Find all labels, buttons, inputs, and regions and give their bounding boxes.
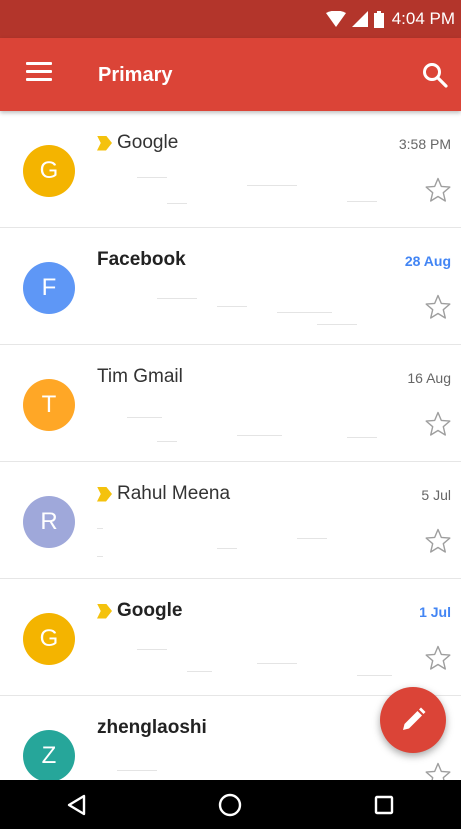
search-icon[interactable] (421, 61, 449, 89)
sender-name: Google (97, 132, 178, 154)
sender-name: zhenglaoshi (97, 717, 207, 739)
sender-label: Tim Gmail (97, 366, 183, 387)
battery-icon (373, 10, 384, 28)
back-button[interactable] (57, 785, 97, 825)
star-icon[interactable] (425, 411, 451, 437)
avatar: R (23, 496, 75, 548)
sender-name: Google (97, 600, 182, 622)
back-icon (67, 794, 86, 815)
email-date: 3:58 PM (398, 136, 451, 152)
home-icon (219, 793, 242, 816)
importance-marker-icon (97, 135, 112, 151)
email-date: 28 Aug (404, 253, 451, 269)
importance-marker-icon (97, 603, 112, 619)
home-button[interactable] (210, 785, 250, 825)
star-icon[interactable] (425, 177, 451, 203)
recents-button[interactable] (364, 785, 404, 825)
star-icon[interactable] (425, 528, 451, 554)
snippet-placeholder (97, 635, 397, 676)
snippet-placeholder (97, 401, 397, 442)
email-row[interactable]: T Tim Gmail 16 Aug (0, 345, 461, 462)
avatar: F (23, 262, 75, 314)
sender-label: Google (117, 132, 179, 153)
sender-name: Rahul Meena (97, 483, 230, 505)
status-time: 4:04 PM (391, 9, 455, 28)
menu-icon[interactable] (26, 62, 52, 86)
pencil-icon (403, 707, 426, 730)
sender-label: Facebook (97, 249, 186, 270)
star-icon[interactable] (425, 645, 451, 671)
app-title: Primary (98, 64, 173, 86)
app-bar: Primary (0, 38, 461, 111)
avatar: Z (23, 730, 75, 782)
email-date: 1 Jul (419, 604, 451, 620)
wifi-icon (325, 11, 346, 27)
email-date: 16 Aug (407, 370, 451, 386)
sender-label: zhenglaoshi (97, 717, 207, 738)
status-bar: 4:04 PM (0, 0, 461, 38)
status-icons (325, 10, 384, 28)
compose-button[interactable] (380, 687, 446, 753)
snippet-placeholder (97, 284, 397, 325)
email-row[interactable]: G Google 3:58 PM (0, 111, 461, 228)
email-date: 5 Jul (421, 487, 451, 503)
email-row[interactable]: F Facebook 28 Aug (0, 228, 461, 345)
navigation-bar (0, 780, 461, 829)
sender-label: Rahul Meena (117, 483, 231, 504)
sender-name: Facebook (97, 249, 186, 271)
signal-icon (351, 11, 368, 27)
recents-icon (374, 795, 394, 814)
importance-marker-icon (97, 486, 112, 502)
star-icon[interactable] (425, 294, 451, 320)
avatar: T (23, 379, 75, 431)
avatar: G (23, 145, 75, 197)
email-row[interactable]: R Rahul Meena 5 Jul (0, 462, 461, 579)
email-row[interactable]: G Google 1 Jul (0, 579, 461, 696)
snippet-placeholder (97, 167, 397, 207)
sender-name: Tim Gmail (97, 366, 183, 388)
sender-label: Google (117, 600, 183, 621)
avatar: G (23, 613, 75, 665)
snippet-placeholder (97, 518, 397, 558)
